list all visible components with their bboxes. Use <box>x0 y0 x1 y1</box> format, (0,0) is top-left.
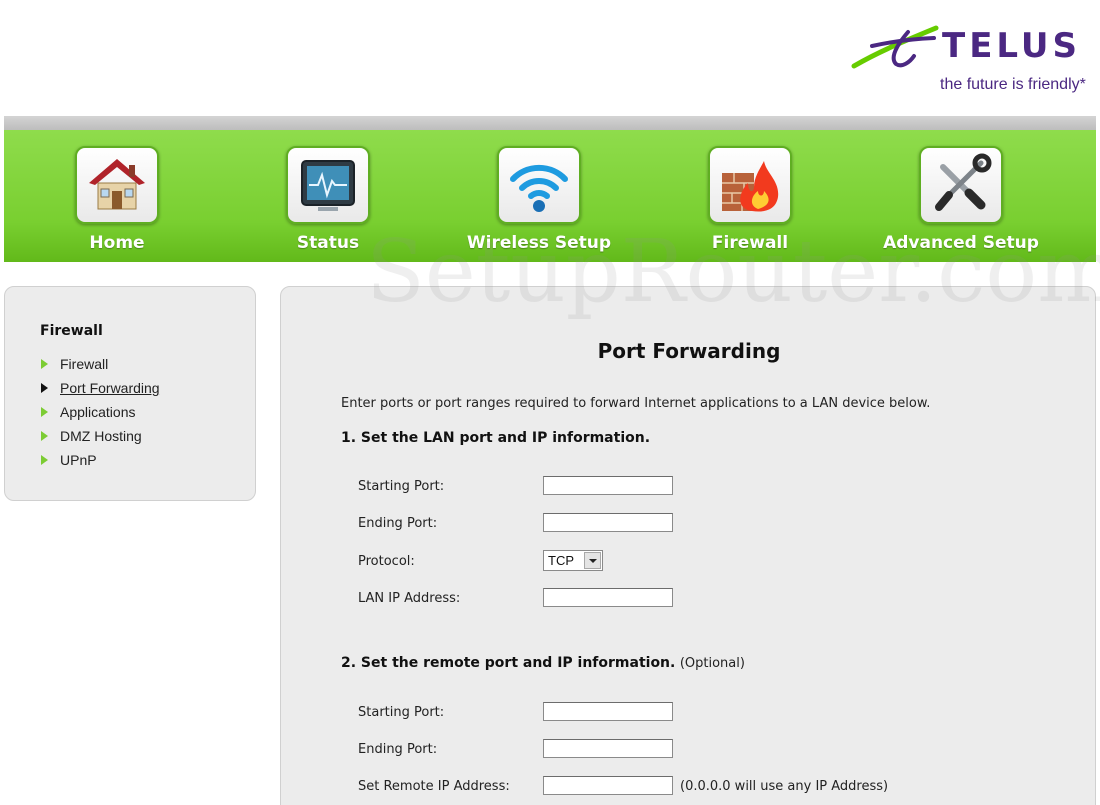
sidebar-title: Firewall <box>40 323 103 339</box>
nav-label-firewall: Firewall <box>711 233 789 253</box>
sidebar-item-dmz-hosting[interactable]: DMZ Hosting <box>41 427 160 451</box>
nav-top-border <box>4 116 1096 130</box>
nav-tile-advanced-setup[interactable] <box>919 146 1003 224</box>
protocol-label: Protocol: <box>358 554 415 569</box>
arrow-right-icon <box>41 383 48 394</box>
nav-tile-wireless-setup[interactable] <box>497 146 581 224</box>
lan-section-title: 1. Set the LAN port and IP information. <box>341 430 651 446</box>
lan-section-heading: 1. Set the LAN port and IP information. <box>341 430 650 446</box>
wifi-icon <box>510 164 568 212</box>
remote-ending-port-input[interactable] <box>543 739 673 758</box>
telus-logo: TELUS the future is friendly* <box>848 22 1098 100</box>
protocol-select[interactable]: TCP <box>543 550 603 571</box>
main-nav: Home Status Wireless Setup Firewall Adva… <box>4 130 1096 262</box>
arrow-right-icon <box>41 431 48 442</box>
optional-note: (Optional) <box>679 656 745 671</box>
arrow-right-icon <box>41 407 48 418</box>
nav-item-firewall[interactable]: Firewall <box>637 130 848 262</box>
nav-item-advanced-setup[interactable]: Advanced Setup <box>848 130 1059 262</box>
chevron-down-icon <box>589 559 597 563</box>
sidebar-item-label: Firewall <box>60 356 109 372</box>
remote-starting-port-input[interactable] <box>543 702 673 721</box>
nav-label-advanced-setup: Advanced Setup <box>883 233 1039 253</box>
lan-ip-address-label: LAN IP Address: <box>358 591 461 606</box>
sidebar-item-upnp[interactable]: UPnP <box>41 451 160 475</box>
sidebar-item-label: DMZ Hosting <box>60 428 142 444</box>
nav-label-home: Home <box>89 233 145 253</box>
remote-ip-address-label: Set Remote IP Address: <box>358 779 510 794</box>
lan-ip-address-input[interactable] <box>543 588 673 607</box>
telus-swoosh-icon <box>851 25 939 69</box>
page-title: Port Forwarding <box>597 339 781 363</box>
nav-label-wireless-setup: Wireless Setup <box>466 233 612 253</box>
remote-section-title: 2. Set the remote port and IP informatio… <box>341 655 676 671</box>
arrow-right-icon <box>41 359 48 370</box>
remote-starting-port-label: Starting Port: <box>358 705 445 720</box>
sidebar-item-label: UPnP <box>60 452 97 468</box>
sidebar-item-firewall[interactable]: Firewall <box>41 355 160 379</box>
nav-item-status[interactable]: Status <box>215 130 426 262</box>
dropdown-button[interactable] <box>584 552 601 569</box>
firewall-icon <box>722 161 779 212</box>
sidebar-item-port-forwarding[interactable]: Port Forwarding <box>41 379 160 403</box>
lan-ending-port-input[interactable] <box>543 513 673 532</box>
nav-tile-status[interactable] <box>286 146 370 224</box>
nav-item-home[interactable]: Home <box>4 130 215 262</box>
brand-tagline: the future is friendly* <box>940 76 1086 93</box>
sidebar-item-label: Applications <box>60 404 136 420</box>
nav-item-wireless-setup[interactable]: Wireless Setup <box>426 130 637 262</box>
house-icon <box>89 159 145 210</box>
nav-tile-firewall[interactable] <box>708 146 792 224</box>
sidebar-item-label: Port Forwarding <box>60 380 160 396</box>
sidebar-menu: Firewall Port Forwarding Applications DM… <box>41 355 160 475</box>
remote-ip-address-input[interactable] <box>543 776 673 795</box>
brand-name: TELUS <box>942 26 1081 66</box>
remote-ending-port-label: Ending Port: <box>358 742 438 757</box>
lan-starting-port-input[interactable] <box>543 476 673 495</box>
remote-section-heading: 2. Set the remote port and IP informatio… <box>341 655 745 671</box>
intro-text: Enter ports or port ranges required to f… <box>341 396 931 411</box>
sidebar: Firewall Firewall Port Forwarding Applic… <box>4 286 256 501</box>
protocol-selected-value: TCP <box>548 553 574 568</box>
nav-tile-home[interactable] <box>75 146 159 224</box>
port-forwarding-panel: Port Forwarding Enter ports or port rang… <box>280 286 1096 805</box>
lan-ending-port-label: Ending Port: <box>358 516 438 531</box>
lan-starting-port-label: Starting Port: <box>358 479 445 494</box>
sidebar-item-applications[interactable]: Applications <box>41 403 160 427</box>
arrow-right-icon <box>41 455 48 466</box>
tools-icon <box>935 153 992 211</box>
monitor-pulse-icon <box>301 160 355 211</box>
nav-label-status: Status <box>296 233 360 253</box>
remote-ip-hint: (0.0.0.0 will use any IP Address) <box>680 779 889 794</box>
